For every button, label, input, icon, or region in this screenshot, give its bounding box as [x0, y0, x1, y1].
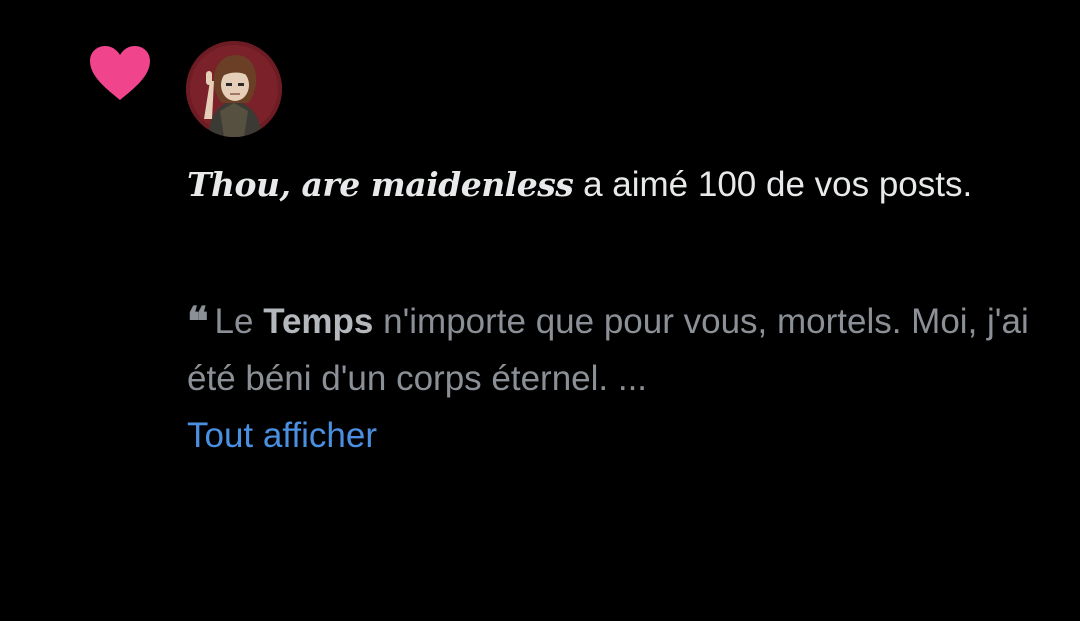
action-text: a aimé 100 de vos posts.	[573, 165, 973, 204]
show-all-link[interactable]: Tout afficher	[187, 407, 377, 464]
post-excerpt[interactable]: ❝ Le Temps n'importe que pour vous, morte…	[187, 293, 1037, 407]
avatar[interactable]	[186, 41, 282, 137]
notification-text: Thou, are maidenless a aimé 100 de vos p…	[187, 156, 1037, 213]
username[interactable]: Thou, are maidenless	[187, 165, 574, 204]
excerpt-prefix: Le	[214, 302, 264, 341]
heart-icon	[88, 44, 152, 102]
quote-icon: ❝	[187, 298, 209, 345]
excerpt-emphasis: Temps	[263, 302, 374, 341]
notification-content: Thou, are maidenless a aimé 100 de vos p…	[187, 156, 1037, 464]
like-notification[interactable]: Thou, are maidenless a aimé 100 de vos p…	[0, 0, 1080, 621]
